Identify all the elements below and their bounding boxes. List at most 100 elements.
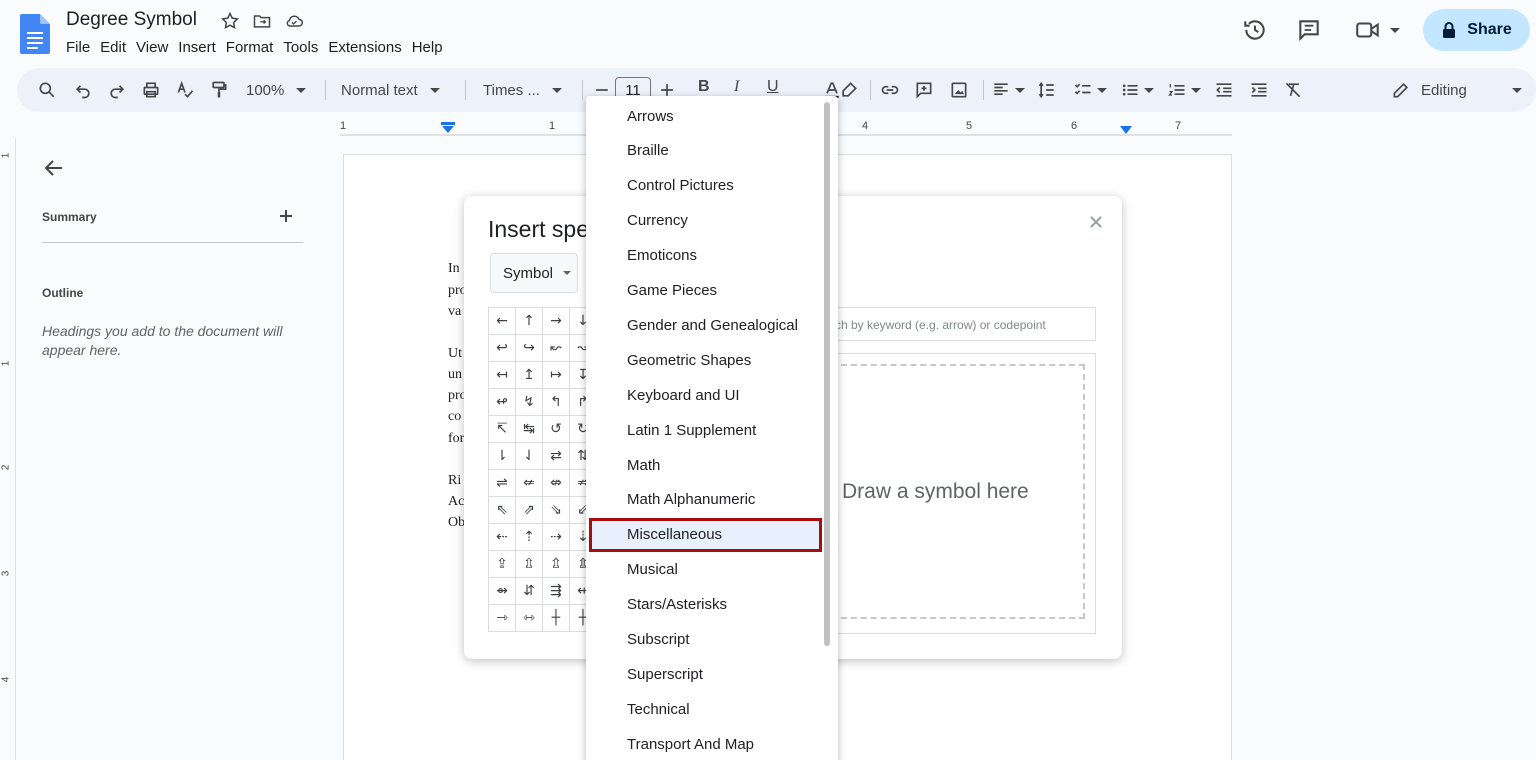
symbol-cell[interactable]: ⇄ — [542, 442, 570, 470]
decrease-indent-icon[interactable] — [1214, 68, 1234, 112]
menu-item-math[interactable]: Math — [586, 448, 822, 482]
menu-item-game-pieces[interactable]: Game Pieces — [586, 274, 822, 308]
menu-item-stars-asterisks[interactable]: Stars/Asterisks — [586, 588, 822, 622]
bold-button[interactable]: B — [698, 78, 710, 96]
menu-item-subscript[interactable]: Subscript — [586, 623, 822, 657]
symbol-cell[interactable]: ⇍ — [515, 469, 543, 497]
menu-item-geometric-shapes[interactable]: Geometric Shapes — [586, 343, 822, 377]
symbol-cell[interactable]: ↹ — [515, 415, 543, 443]
symbol-cell[interactable]: ⇌ — [488, 469, 516, 497]
menu-view[interactable]: View — [136, 37, 177, 58]
line-spacing-icon[interactable] — [1037, 68, 1057, 112]
menu-help[interactable]: Help — [412, 37, 452, 58]
symbol-cell[interactable]: ⇢ — [542, 523, 570, 551]
menu-item-emoticons[interactable]: Emoticons — [586, 239, 822, 273]
symbol-cell[interactable]: ⇵ — [515, 577, 543, 605]
version-history-icon[interactable] — [1242, 17, 1268, 43]
cloud-saved-icon[interactable] — [284, 11, 304, 31]
menu-item-arrows[interactable]: Arrows — [586, 99, 822, 133]
menu-extensions[interactable]: Extensions — [328, 37, 410, 58]
editing-mode-chevron-icon[interactable] — [1512, 88, 1522, 93]
symbol-cell[interactable]: ↥ — [515, 361, 543, 389]
add-summary-icon[interactable] — [276, 206, 296, 226]
font-select[interactable]: Times ... — [483, 68, 562, 112]
symbol-cell[interactable]: ↜ — [542, 334, 570, 362]
add-comment-icon[interactable] — [914, 68, 934, 112]
star-icon[interactable] — [220, 11, 240, 31]
symbol-cell[interactable]: ← — [488, 307, 516, 335]
symbol-cell[interactable]: ⇃ — [515, 442, 543, 470]
symbol-cell[interactable]: ↩ — [488, 334, 516, 362]
menu-item-math-alphanumeric[interactable]: Math Alphanumeric — [586, 483, 822, 517]
numbered-list-icon[interactable] — [1167, 68, 1201, 112]
symbol-cell[interactable]: ⇂ — [488, 442, 516, 470]
undo-icon[interactable] — [73, 68, 93, 112]
share-button[interactable]: Share — [1423, 9, 1530, 51]
editing-mode-select[interactable]: Editing — [1391, 68, 1467, 112]
symbol-cell[interactable]: ⇗ — [515, 496, 543, 524]
symbol-cell[interactable]: ↺ — [542, 415, 570, 443]
back-arrow-icon[interactable] — [42, 156, 66, 180]
bulleted-list-icon[interactable] — [1120, 68, 1154, 112]
symbol-cell[interactable]: ⇿ — [515, 604, 543, 632]
symbol-cell[interactable]: ↸ — [488, 415, 516, 443]
symbol-cell[interactable]: ↪ — [515, 334, 543, 362]
insert-link-icon[interactable] — [880, 68, 900, 112]
menu-edit[interactable]: Edit — [100, 37, 135, 58]
symbol-cell[interactable]: ⇠ — [488, 523, 516, 551]
align-left-icon[interactable] — [991, 68, 1025, 112]
move-folder-icon[interactable] — [252, 11, 272, 31]
menu-item-musical[interactable]: Musical — [586, 553, 822, 587]
menu-item-technical[interactable]: Technical — [586, 692, 822, 726]
insert-image-icon[interactable] — [949, 68, 969, 112]
paragraph-style-select[interactable]: Normal text — [341, 68, 440, 112]
symbol-cell[interactable]: ⇫ — [515, 550, 543, 578]
menu-insert[interactable]: Insert — [178, 37, 225, 58]
symbol-cell[interactable]: ┼ — [542, 604, 570, 632]
symbol-cell[interactable]: → — [542, 307, 570, 335]
menu-item-currency[interactable]: Currency — [586, 204, 822, 238]
checklist-icon[interactable] — [1073, 68, 1107, 112]
print-icon[interactable] — [141, 68, 161, 112]
highlight-color-icon[interactable] — [839, 68, 859, 112]
symbol-search-input[interactable]: rch by keyword (e.g. arrow) or codepoint — [824, 307, 1096, 341]
draw-area[interactable]: Draw a symbol here — [824, 353, 1096, 634]
symbol-cell[interactable]: ⇡ — [515, 523, 543, 551]
symbol-cell[interactable]: ⇴ — [488, 577, 516, 605]
symbol-cell[interactable]: ⇬ — [542, 550, 570, 578]
meet-video-icon[interactable] — [1354, 17, 1382, 43]
increase-indent-icon[interactable] — [1249, 68, 1269, 112]
menu-item-superscript[interactable]: Superscript — [586, 657, 822, 691]
menu-item-transport-and-map[interactable]: Transport And Map — [586, 727, 822, 760]
underline-button[interactable]: U — [767, 78, 779, 96]
menu-format[interactable]: Format — [226, 37, 283, 58]
symbol-cell[interactable]: ↤ — [488, 361, 516, 389]
symbol-cell[interactable]: ⇶ — [542, 577, 570, 605]
search-menus-icon[interactable] — [37, 68, 57, 112]
meet-dropdown-chevron-icon[interactable] — [1390, 28, 1400, 33]
menu-scrollbar[interactable] — [824, 102, 830, 646]
symbol-cell[interactable]: ↯ — [515, 388, 543, 416]
close-icon[interactable] — [1086, 212, 1106, 232]
comments-icon[interactable] — [1296, 17, 1322, 43]
symbol-cell[interactable]: ⇖ — [488, 496, 516, 524]
clear-formatting-icon[interactable] — [1283, 68, 1303, 112]
italic-button[interactable]: I — [734, 78, 739, 96]
left-indent-marker-icon[interactable] — [441, 122, 455, 134]
symbol-cell[interactable]: ⇪ — [488, 550, 516, 578]
menu-item-latin-1-supplement[interactable]: Latin 1 Supplement — [586, 413, 822, 447]
spelling-check-icon[interactable] — [175, 68, 195, 112]
symbol-cell[interactable]: ↑ — [515, 307, 543, 335]
menu-item-braille[interactable]: Braille — [586, 134, 822, 168]
redo-icon[interactable] — [107, 68, 127, 112]
menu-item-gender-and-genealogical[interactable]: Gender and Genealogical — [586, 308, 822, 342]
right-indent-marker-icon[interactable] — [1120, 126, 1132, 135]
menu-item-keyboard-and-ui[interactable]: Keyboard and UI — [586, 378, 822, 412]
symbol-cell[interactable]: ↦ — [542, 361, 570, 389]
menu-item-control-pictures[interactable]: Control Pictures — [586, 169, 822, 203]
symbol-cell[interactable]: ↫ — [488, 388, 516, 416]
paint-format-icon[interactable] — [209, 68, 229, 112]
document-title[interactable]: Degree Symbol — [66, 9, 197, 31]
symbol-cell[interactable]: ⇎ — [542, 469, 570, 497]
menu-tools[interactable]: Tools — [283, 37, 327, 58]
